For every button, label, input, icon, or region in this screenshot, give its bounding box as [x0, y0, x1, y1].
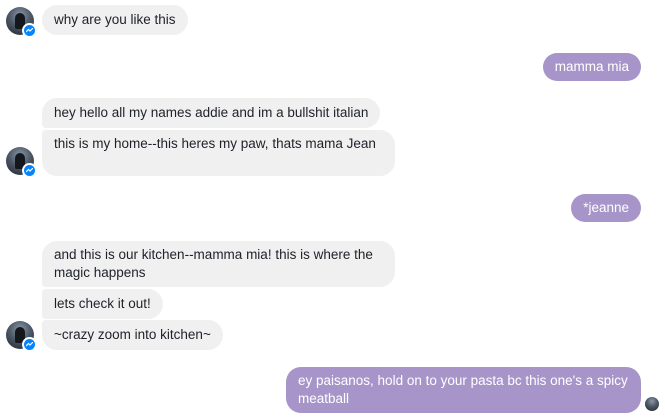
contact-avatar-icon[interactable]: [6, 147, 37, 178]
messenger-badge-icon: [22, 163, 37, 178]
message-bubble-sent: mamma mia: [542, 53, 641, 81]
contact-avatar-icon[interactable]: [6, 7, 37, 38]
message-bubble-received: ~crazy zoom into kitchen~: [42, 320, 223, 350]
contact-avatar-icon[interactable]: [6, 321, 37, 352]
message-bubble-received: lets check it out!: [42, 289, 163, 319]
seen-avatar-icon: [645, 397, 659, 411]
message-bubble-sent: *jeanne: [571, 194, 641, 222]
messenger-badge-icon: [22, 337, 37, 352]
message-bubble-sent: ey paisanos, hold on to your pasta bc th…: [286, 367, 641, 413]
messenger-badge-icon: [22, 23, 37, 38]
message-bubble-received: why are you like this: [42, 5, 188, 35]
message-bubble-received: and this is our kitchen--mamma mia! this…: [42, 241, 395, 287]
message-bubble-received: hey hello all my names addie and im a bu…: [42, 98, 381, 128]
message-bubble-received: this is my home--this heres my paw, that…: [42, 130, 395, 176]
